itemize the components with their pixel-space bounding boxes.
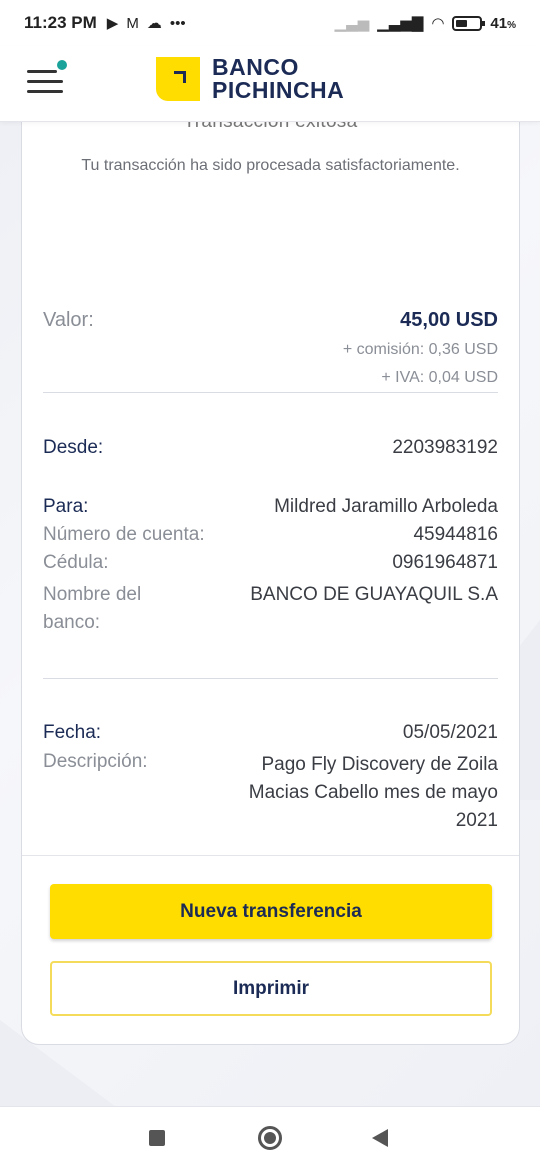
bank-name-label: Nombre del banco: [43, 581, 141, 637]
bank-name-value: BANCO DE GUAYAQUIL S.A [250, 584, 498, 605]
description-line: Macias Cabello mes de mayo [248, 782, 498, 803]
amount-label: Valor: [43, 309, 94, 331]
divider [43, 392, 498, 393]
date-value: 05/05/2021 [402, 722, 498, 743]
from-account: 2203983192 [392, 437, 498, 458]
description-value: Pago Fly Discovery de Zoila Macias Cabel… [249, 751, 498, 835]
cloud-icon: ☁ [146, 15, 162, 32]
play-icon: ▶ [106, 15, 119, 32]
new-transfer-button[interactable]: Nueva transferencia [50, 884, 492, 939]
iva-value: + IVA: 0,04 USD [381, 369, 498, 386]
logo-line1: BANCO [212, 54, 299, 80]
signal-icon: ▁▃▅▇ [377, 15, 424, 32]
status-right-icons: ▁▃▅ ▁▃▅▇ ◠ 41% [334, 14, 516, 33]
divider [43, 678, 498, 679]
to-label: Para: [43, 496, 89, 517]
print-button[interactable]: Imprimir [50, 961, 492, 1016]
amount-value: 45,00 USD [400, 309, 498, 331]
account-number-label: Número de cuenta: [43, 524, 205, 545]
id-number-value: 0961964871 [392, 552, 498, 573]
from-row: Desde: 2203983192 [43, 437, 498, 465]
bank-name-row: Nombre del banco: BANCO DE GUAYAQUIL S.A [43, 581, 498, 639]
amount-row: Valor: 45,00 USD [43, 309, 498, 339]
description-line: Pago Fly Discovery de Zoila [261, 754, 498, 775]
logo-line2: PICHINCHA [212, 77, 345, 103]
description-row: Descripción: Pago Fly Discovery de Zoila… [43, 751, 498, 837]
mail-icon: M [126, 14, 139, 32]
id-number-label: Cédula: [43, 552, 109, 573]
app-header: BANCO PICHINCHA [0, 46, 540, 122]
system-navigation-bar [0, 1106, 540, 1170]
commission-value: + comisión: 0,36 USD [342, 341, 498, 358]
logo-mark-icon [156, 57, 200, 101]
recent-apps-icon[interactable] [149, 1130, 165, 1146]
status-left-icons: ▶ M ☁ ••• [106, 14, 186, 33]
commission-row: + comisión: 0,36 USD [43, 341, 498, 365]
id-number-row: Cédula: 0961964871 [43, 552, 498, 580]
account-number-value: 45944816 [413, 524, 498, 545]
recipient-name: Mildred Jaramillo Arboleda [274, 496, 498, 517]
battery-unit: % [507, 19, 516, 31]
status-time: 11:23 PM [24, 13, 97, 32]
more-dots-icon: ••• [169, 14, 186, 32]
iva-row: + IVA: 0,04 USD [43, 369, 498, 393]
logo-text: BANCO PICHINCHA [212, 56, 344, 102]
bank-name-label-line1: Nombre del [43, 584, 142, 605]
home-icon[interactable] [258, 1126, 282, 1150]
date-label: Fecha: [43, 722, 102, 743]
battery-level: 41% [490, 15, 516, 32]
to-row: Para: Mildred Jaramillo Arboleda [43, 496, 498, 524]
account-number-row: Número de cuenta: 45944816 [43, 524, 498, 552]
signal-weak-icon: ▁▃▅ [334, 15, 370, 32]
wifi-icon: ◠ [431, 15, 445, 32]
bank-name-label-line2: banco: [43, 612, 101, 633]
description-label: Descripción: [43, 751, 148, 772]
status-bar: 11:23 PM ▶ M ☁ ••• ▁▃▅ ▁▃▅▇ ◠ 41% [0, 0, 540, 46]
notification-dot [57, 60, 67, 70]
battery-icon [452, 15, 486, 31]
success-message: Tu transacción ha sido procesada satisfa… [81, 157, 460, 174]
from-label: Desde: [43, 437, 104, 458]
actions-divider [22, 855, 519, 856]
back-icon[interactable] [372, 1129, 388, 1147]
battery-percent: 41 [490, 14, 508, 32]
transaction-receipt-card: Transacción exitosa Tu transacción ha si… [21, 100, 520, 1045]
bank-logo[interactable]: BANCO PICHINCHA [156, 56, 344, 102]
description-line: 2021 [455, 810, 498, 831]
date-row: Fecha: 05/05/2021 [43, 722, 498, 750]
